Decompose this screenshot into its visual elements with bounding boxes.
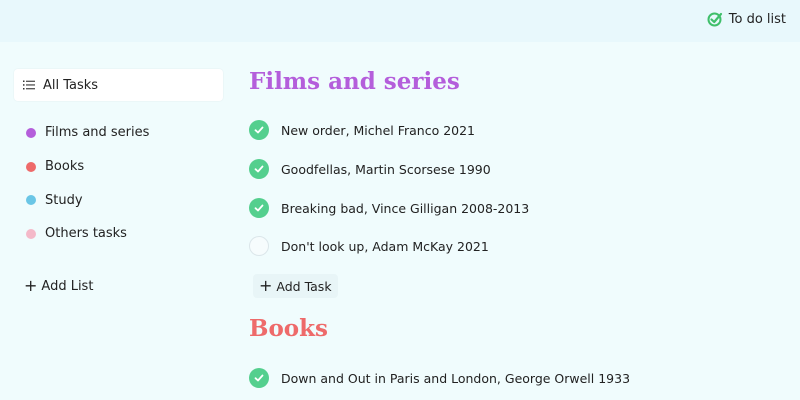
task-checkbox[interactable] [249, 198, 269, 218]
sidebar-item-books[interactable]: Books [26, 150, 149, 184]
task-text: Goodfellas, Martin Scorsese 1990 [281, 161, 491, 177]
sidebar: All Tasks Films and series Books Study O… [0, 42, 235, 400]
task-item: Down and Out in Paris and London, George… [249, 368, 630, 388]
checkmark-icon [254, 374, 264, 382]
task-item: Don't look up, Adam McKay 2021 [249, 236, 489, 256]
check-circle-icon [707, 12, 722, 27]
task-text: Don't look up, Adam McKay 2021 [281, 238, 489, 254]
task-text: Breaking bad, Vince Gilligan 2008-2013 [281, 200, 530, 216]
sidebar-lists: Films and series Books Study Others task… [26, 116, 149, 251]
add-list-label: Add List [41, 278, 94, 294]
sidebar-item-films-and-series[interactable]: Films and series [26, 116, 149, 150]
sidebar-item-label: Films and series [45, 125, 150, 141]
plus-icon: + [259, 276, 273, 295]
add-task-button[interactable]: + Add Task [253, 274, 338, 298]
list-icon [23, 80, 35, 90]
task-checkbox[interactable] [249, 159, 269, 179]
checkmark-icon [254, 165, 264, 173]
sidebar-item-study[interactable]: Study [26, 183, 149, 217]
task-checkbox[interactable] [249, 236, 269, 256]
add-task-label: Add Task [276, 278, 332, 294]
list-color-dot [26, 161, 36, 172]
task-item: Breaking bad, Vince Gilligan 2008-2013 [249, 198, 529, 218]
list-color-dot [26, 228, 36, 239]
list-color-dot [26, 195, 36, 206]
section-title-books: Books [249, 315, 329, 342]
checkmark-icon [254, 126, 264, 134]
sidebar-item-others-tasks[interactable]: Others tasks [26, 217, 149, 251]
app-title-text: To do list [728, 11, 786, 27]
all-tasks-label: All Tasks [43, 77, 99, 93]
add-list-button[interactable]: + Add List [24, 278, 93, 294]
sidebar-item-all-tasks[interactable]: All Tasks [14, 69, 223, 101]
task-checkbox[interactable] [249, 120, 269, 140]
plus-icon: + [24, 276, 38, 295]
task-item: New order, Michel Franco 2021 [249, 120, 475, 140]
top-bar: To do list [0, 0, 800, 42]
checkmark-icon [254, 204, 264, 212]
sidebar-item-label: Study [45, 192, 83, 208]
task-text: Down and Out in Paris and London, George… [281, 370, 631, 386]
app-title: To do list [707, 11, 786, 27]
task-item: Goodfellas, Martin Scorsese 1990 [249, 159, 491, 179]
task-text: New order, Michel Franco 2021 [281, 122, 476, 138]
sidebar-item-label: Others tasks [45, 226, 127, 242]
sidebar-item-label: Books [45, 159, 85, 175]
section-title-films-and-series: Films and series [249, 68, 460, 95]
list-color-dot [26, 127, 36, 138]
task-checkbox[interactable] [249, 368, 269, 388]
main-content: Films and series New order, Michel Franc… [235, 42, 800, 400]
